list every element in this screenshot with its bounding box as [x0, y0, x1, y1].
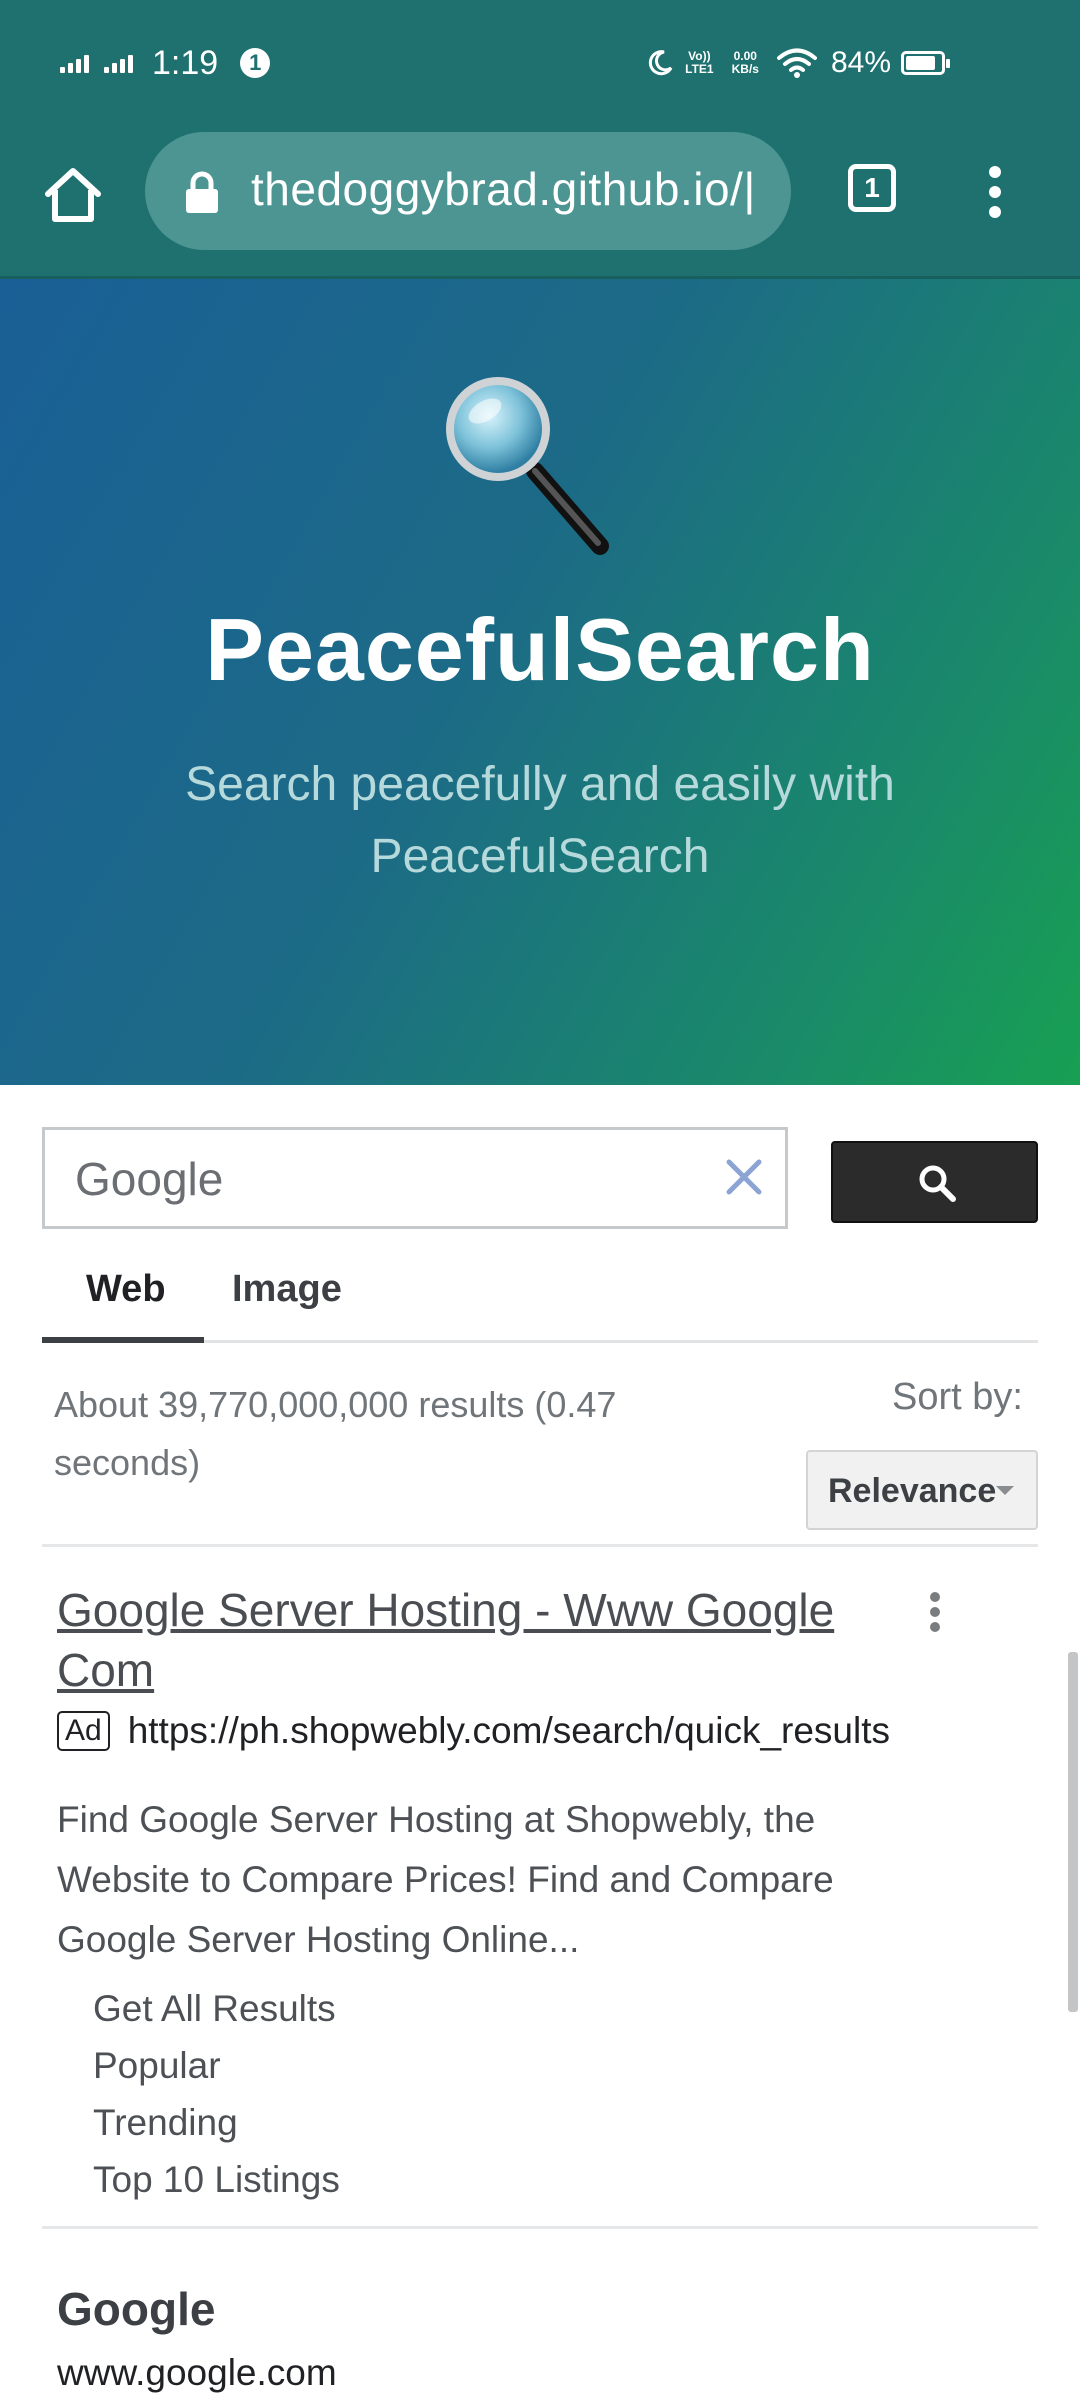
- battery-percent: 84%: [830, 46, 891, 79]
- sitelink[interactable]: Trending: [93, 2094, 693, 2151]
- sort-label: Sort by:: [892, 1376, 1023, 1418]
- sitelink[interactable]: Popular: [93, 2037, 693, 2094]
- more-vert-icon[interactable]: [980, 166, 1010, 226]
- clear-icon[interactable]: [723, 1156, 765, 1198]
- results-count: About 39,770,000,000 results (0.47 secon…: [54, 1384, 617, 1483]
- url-text: thedoggybrad.github.io/|: [251, 163, 756, 215]
- divider: [42, 2226, 1038, 2229]
- page-subtitle: Search peacefully and easily with Peacef…: [185, 758, 895, 883]
- browser-toolbar: thedoggybrad.github.io/| 1: [0, 126, 1080, 279]
- signal-icon: [104, 53, 136, 73]
- status-time: 1:19: [152, 43, 219, 82]
- page-title: PeacefulSearch: [205, 600, 875, 699]
- address-bar[interactable]: thedoggybrad.github.io/|: [145, 132, 791, 250]
- ad-badge: Ad: [57, 1711, 110, 1751]
- battery-icon: [901, 51, 950, 75]
- hero-banner: PeacefulSearch Search peacefully and eas…: [0, 279, 1080, 1085]
- lock-icon: [186, 171, 218, 213]
- network-speed: 0.00 KB/s: [732, 50, 759, 76]
- lte-label: LTE1: [685, 62, 714, 76]
- volte-icon: Vo)) LTE1: [685, 50, 713, 76]
- search-box: [42, 1127, 788, 1229]
- scrollbar[interactable]: [1068, 1652, 1078, 2012]
- sitelink[interactable]: Get All Results: [93, 1980, 693, 2037]
- status-left: 1:19 1: [60, 40, 271, 86]
- ad-sitelinks: Get All Results Popular Trending Top 10 …: [93, 1980, 693, 2208]
- ad-url-row: Ad https://ph.shopwebly.com/search/quick…: [57, 1708, 890, 1754]
- sitelink[interactable]: Top 10 Listings: [93, 2151, 693, 2208]
- tab-image[interactable]: Image: [232, 1268, 342, 1311]
- caret-down-icon: [996, 1486, 1014, 1495]
- moon-icon: [649, 50, 673, 76]
- search-input[interactable]: [73, 1148, 697, 1210]
- result-url[interactable]: www.google.com: [57, 2352, 337, 2394]
- home-icon[interactable]: [40, 162, 106, 228]
- tab-web[interactable]: Web: [86, 1268, 166, 1311]
- battery-fill: [906, 56, 935, 70]
- speed-unit: KB/s: [731, 62, 759, 76]
- magnifying-glass-logo-icon: [446, 377, 609, 555]
- ad-result-title[interactable]: Google Server Hosting - Www Google Com: [57, 1580, 897, 1700]
- status-right: Vo)) LTE1 0.00 KB/s 84%: [645, 40, 950, 86]
- sort-dropdown[interactable]: Relevance: [806, 1450, 1038, 1530]
- wifi-icon: [776, 48, 817, 78]
- status-bar: 1:19 1 Vo)) LTE1 0.00 KB/s 84%: [0, 0, 1080, 126]
- result-title[interactable]: Google: [57, 2282, 215, 2336]
- search-button[interactable]: [831, 1141, 1038, 1223]
- search-tabs: Web Image: [42, 1248, 1038, 1343]
- ad-result-description: Find Google Server Hosting at Shopwebly,…: [57, 1799, 834, 1960]
- tab-switcher-icon[interactable]: 1: [848, 164, 896, 212]
- active-tab-indicator: [42, 1337, 204, 1343]
- search-icon: [919, 1165, 956, 1202]
- signal-icon: [60, 53, 92, 73]
- notification-icon: 1: [240, 48, 271, 78]
- sort-value: Relevance: [828, 1472, 997, 1510]
- divider: [42, 1544, 1038, 1547]
- ad-result-url[interactable]: https://ph.shopwebly.com/search/quick_re…: [128, 1710, 890, 1752]
- more-vert-icon[interactable]: [928, 1592, 942, 1636]
